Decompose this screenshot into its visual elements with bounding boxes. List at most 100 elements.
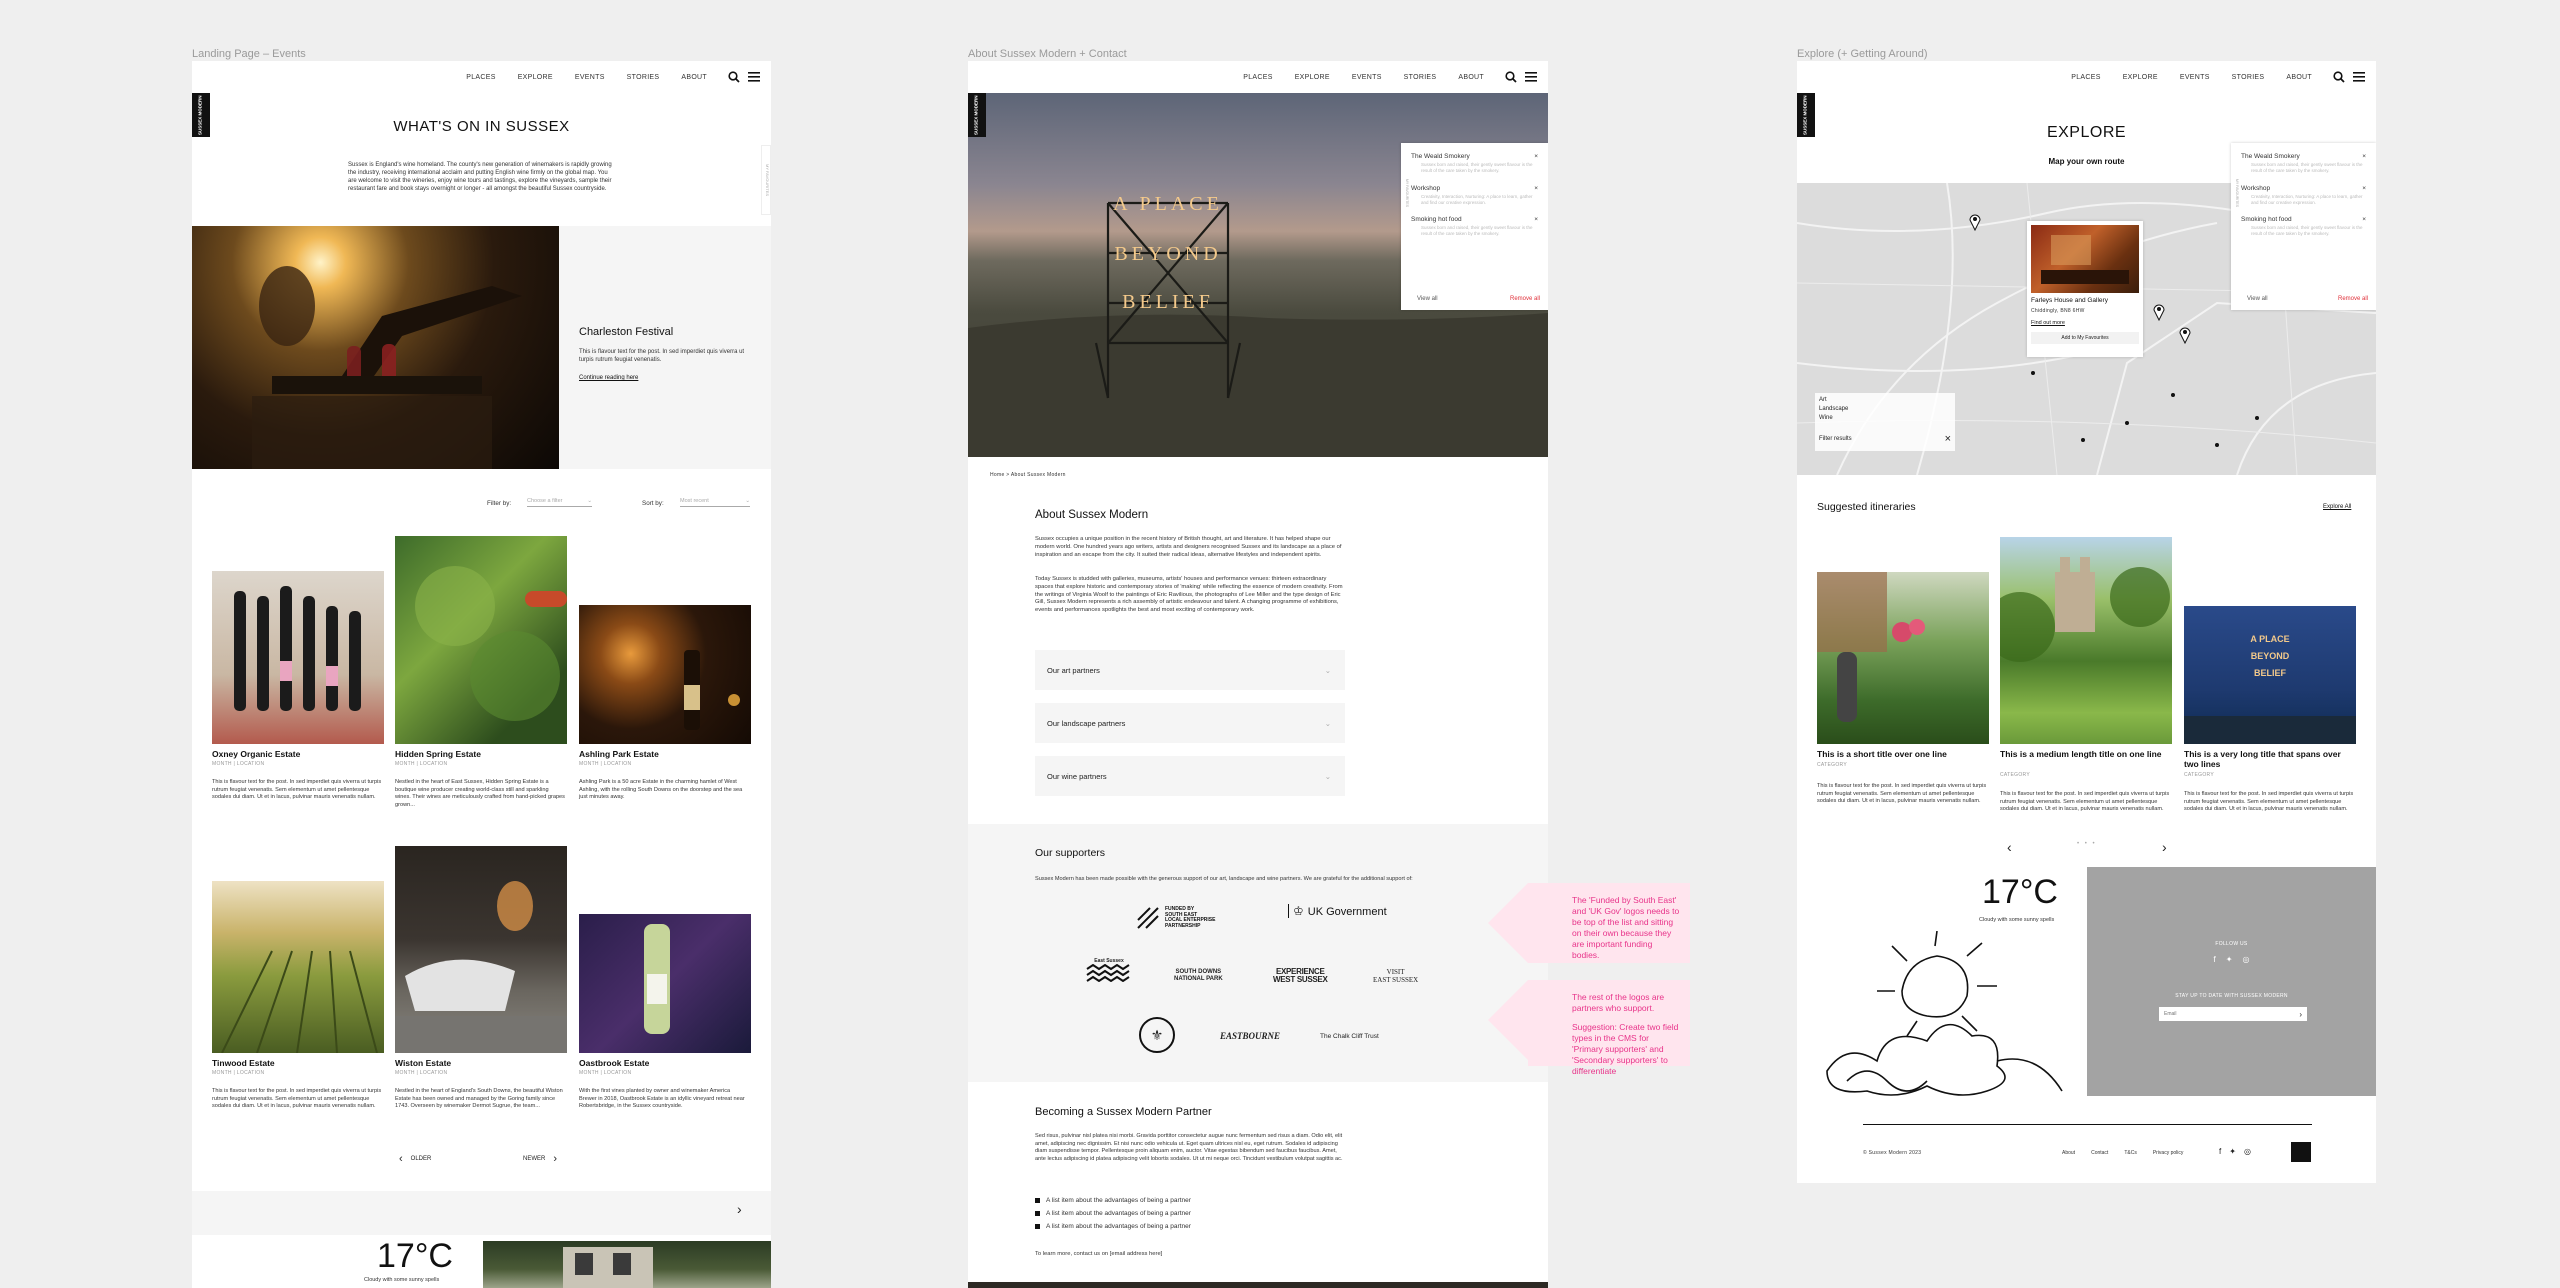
favourite-item[interactable]: The Weald Smokery × Sussex born and raised… [1411,153,1538,175]
card-title-hidden-spring[interactable]: Hidden Spring Estate [395,749,481,759]
twitter-icon[interactable]: ✦ [2229,1147,2236,1156]
add-favourite-button[interactable]: Add to My Favourites [2031,332,2139,344]
filter-results-label[interactable]: Filter results [1819,436,1852,442]
remove-all-link[interactable]: Remove all [1510,296,1540,302]
chevron-right-icon[interactable]: › [737,1201,742,1217]
feature-title[interactable]: Charleston Festival [579,326,673,338]
favourite-item[interactable]: Smoking hot food × Sussex born and raised,… [1411,216,1538,238]
accordion-landscape-partners[interactable]: Our landscape partners ⌄ [1035,703,1345,743]
older-button[interactable]: ‹ OLDER [399,1153,431,1165]
favourite-item[interactable]: The Weald Smokery × Sussex born and raised… [2241,153,2366,175]
instagram-icon[interactable]: ◎ [2242,955,2249,964]
close-icon[interactable]: × [1945,433,1951,445]
menu-icon[interactable] [747,70,761,84]
filter-item-landscape[interactable]: Landscape [1819,406,1951,412]
menu-icon[interactable] [1524,70,1538,84]
filter-item-wine[interactable]: Wine [1819,415,1951,421]
feature-image[interactable] [192,226,559,469]
card-image-tinwood[interactable] [212,881,384,1053]
breadcrumb[interactable]: Home > About Sussex Modern [990,472,1066,478]
explore-all-link[interactable]: Explore All [2323,504,2351,510]
twitter-icon[interactable]: ✦ [2226,955,2233,964]
favourite-item[interactable]: Workshop × Creativity, Interaction, Nurtur… [2241,185,2366,207]
instagram-icon[interactable]: ◎ [2244,1147,2251,1156]
nav-about[interactable]: ABOUT [681,74,707,81]
remove-all-link[interactable]: Remove all [2338,296,2368,302]
nav-places[interactable]: PLACES [1243,74,1272,81]
view-all-link[interactable]: View all [2247,296,2268,302]
favourites-tab[interactable]: MY FAVOURITES [761,145,771,215]
favourite-item[interactable]: Workshop × Creativity, Interaction, Nurtur… [1411,185,1538,207]
card-image-oastbrook[interactable] [579,914,751,1053]
popup-title[interactable]: Farleys House and Gallery [2031,297,2139,304]
itin-title-2[interactable]: This is a medium length title on one lin… [2000,749,2172,759]
map-pin-icon[interactable] [1969,213,1981,236]
close-icon[interactable]: × [2362,185,2366,192]
footer-link-about[interactable]: About [2062,1150,2075,1156]
card-image-wiston[interactable] [395,846,567,1053]
map-pin-icon[interactable] [2153,303,2165,326]
search-icon[interactable] [727,70,741,84]
card-image-hidden-spring[interactable] [395,536,567,744]
feature-link[interactable]: Continue reading here [579,375,638,381]
close-icon[interactable]: × [2362,216,2366,223]
accordion-art-partners[interactable]: Our art partners ⌄ [1035,650,1345,690]
footer-link-terms[interactable]: T&Cs [2124,1150,2137,1156]
house-image[interactable] [483,1241,771,1288]
footer-logo[interactable] [2291,1142,2311,1162]
card-title-ashling[interactable]: Ashling Park Estate [579,749,659,759]
chevron-right-icon[interactable]: › [2162,839,2167,855]
chevron-right-icon[interactable]: › [2299,1010,2302,1019]
menu-icon[interactable] [2352,70,2366,84]
nav-events[interactable]: EVENTS [1352,74,1382,81]
filter-select[interactable]: Choose a filter ⌄ [527,498,592,507]
favourites-tab[interactable]: MY FAVOURITES [1401,163,1409,223]
nav-stories[interactable]: STORIES [627,74,660,81]
itin-title-1[interactable]: This is a short title over one line [1817,749,1987,759]
nav-about[interactable]: ABOUT [2286,74,2312,81]
filter-item-art[interactable]: Art [1819,397,1951,403]
view-all-link[interactable]: View all [1417,296,1438,302]
search-icon[interactable] [1504,70,1518,84]
card-title-oxney[interactable]: Oxney Organic Estate [212,749,300,759]
nav-explore[interactable]: EXPLORE [518,74,553,81]
footer-link-contact[interactable]: Contact [2091,1150,2108,1156]
close-icon[interactable]: × [1534,153,1538,160]
facebook-icon[interactable]: f [2219,1147,2221,1156]
footer-link-privacy[interactable]: Privacy policy [2153,1150,2184,1156]
nav-explore[interactable]: EXPLORE [2123,74,2158,81]
nav-stories[interactable]: STORIES [2232,74,2265,81]
itin-image-3[interactable]: A PLACE BEYOND BELIEF [2184,606,2356,744]
favourite-item[interactable]: Smoking hot food × Sussex born and raised,… [2241,216,2366,238]
itin-image-2[interactable] [2000,537,2172,744]
email-input[interactable] [2164,1011,2284,1017]
nav-explore[interactable]: EXPLORE [1295,74,1330,81]
nav-about[interactable]: ABOUT [1458,74,1484,81]
nav-stories[interactable]: STORIES [1404,74,1437,81]
facebook-icon[interactable]: f [2214,955,2216,964]
card-title-tinwood[interactable]: Tinwood Estate [212,1058,275,1068]
map-pin-icon[interactable] [2179,326,2191,349]
nav-events[interactable]: EVENTS [2180,74,2210,81]
card-title-wiston[interactable]: Wiston Estate [395,1058,451,1068]
card-text-wiston: Nestled in the heart of England's South … [395,1088,563,1110]
logo[interactable]: SUSSEX MODERN [968,93,986,137]
accordion-wine-partners[interactable]: Our wine partners ⌄ [1035,756,1345,796]
card-title-oastbrook[interactable]: Oastbrook Estate [579,1058,649,1068]
chevron-left-icon[interactable]: ‹ [2007,839,2012,855]
newer-button[interactable]: NEWER › [523,1153,557,1165]
itin-image-1[interactable] [1817,572,1989,744]
search-icon[interactable] [2332,70,2346,84]
nav-events[interactable]: EVENTS [575,74,605,81]
card-image-ashling[interactable] [579,605,751,744]
nav-places[interactable]: PLACES [2071,74,2100,81]
popup-link[interactable]: Find out more [2031,320,2139,326]
close-icon[interactable]: × [2362,153,2366,160]
close-icon[interactable]: × [1534,185,1538,192]
favourites-tab[interactable]: MY FAVOURITES [2231,163,2239,223]
card-image-oxney[interactable] [212,571,384,744]
close-icon[interactable]: × [1534,216,1538,223]
nav-places[interactable]: PLACES [466,74,495,81]
sort-select[interactable]: Most recent ⌄ [680,498,750,507]
itin-title-3[interactable]: This is a very long title that spans ove… [2184,749,2356,769]
